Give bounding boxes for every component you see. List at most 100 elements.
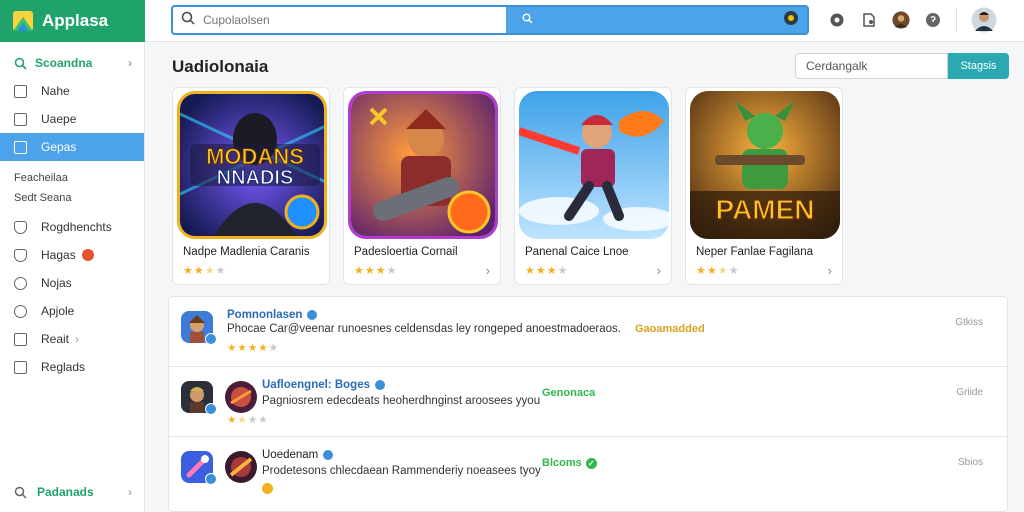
sidebar-footer-label: Padanads [37, 485, 94, 499]
featured-card[interactable]: Panenal Caice Lnoe ★★★★ › [514, 87, 672, 285]
game-title: Panenal Caice Lnoe [525, 246, 629, 258]
star-rating: ★★★★ [354, 265, 398, 277]
sidebar-section-title: Feacheilaa [0, 167, 144, 189]
app-name: Applasa [42, 11, 109, 30]
sidebar-header[interactable]: Scoandna › [0, 49, 144, 77]
game-title: Neper Fanlae Fagilana [696, 246, 813, 258]
verified-badge-icon [205, 403, 217, 415]
verified-badge-icon [205, 473, 217, 485]
sidebar-item-label: Nojas [41, 276, 72, 290]
check-icon: ✓ [585, 457, 597, 469]
help-icon[interactable] [924, 11, 942, 29]
list-title-text: Pomnonlasen [227, 309, 303, 321]
chevron-right-icon[interactable]: › [486, 263, 490, 278]
notification-badge [81, 249, 94, 261]
art-title-line-2: NNADIS [217, 167, 294, 189]
sidebar-footer[interactable]: Padanads › [0, 478, 144, 506]
game-icon [225, 381, 257, 413]
status-tag-text: Blcoms [542, 457, 582, 469]
list-icon [14, 84, 27, 98]
sidebar-section-sub: Sedt Seana [0, 189, 144, 207]
featured-card[interactable]: PAMEN Neper Fanlae Fagilana ★★★★ › [685, 87, 843, 285]
sidebar-item-rogdhenchts[interactable]: Rogdhenchts [0, 213, 144, 241]
sidebar-item-reglads[interactable]: Reglads [0, 353, 144, 381]
search-submit-icon[interactable] [522, 11, 533, 29]
list-item[interactable]: Uoedenam Prodetesons chlecdaean Rammende… [169, 437, 1007, 507]
art-title: PAMEN [715, 194, 814, 225]
verified-icon [373, 379, 386, 391]
record-icon[interactable] [828, 11, 846, 29]
featured-card[interactable]: Padesloertia Cornail ★★★★ › [343, 87, 501, 285]
status-tag: Blcoms ✓ [542, 457, 597, 469]
app-logo-icon [12, 10, 34, 32]
game-title: Nadpe Madlenia Caranis [183, 246, 310, 258]
user-avatar-small[interactable] [892, 11, 910, 29]
list-item-title: Uafloengnel: Boges [262, 379, 386, 391]
sidebar-item-home[interactable]: Nahe [0, 77, 144, 105]
search-submit-area[interactable] [506, 7, 807, 33]
search-icon [181, 11, 195, 30]
list-item-title: Pomnonlasen [227, 309, 319, 321]
sidebar-item-hagas[interactable]: Hagas [0, 241, 144, 269]
star-rating: ★★★★ [696, 265, 740, 277]
featured-cards: MODANS NNADIS Nadpe Madlenia Caranis ★★★… [172, 87, 843, 285]
sidebar-item-label: Uaepe [41, 112, 77, 126]
sidebar-item-label: Apjole [41, 304, 75, 318]
featured-card[interactable]: MODANS NNADIS Nadpe Madlenia Caranis ★★★… [172, 87, 330, 285]
list-item-meta: Griide [956, 387, 983, 398]
sidebar-item-apjole[interactable]: Apjole [0, 297, 144, 325]
list-icon [14, 332, 27, 346]
verified-icon [322, 449, 335, 461]
search-input[interactable] [203, 13, 483, 27]
chevron-right-icon[interactable]: › [657, 263, 661, 278]
sidebar-item-label: Gepas [41, 140, 77, 154]
sidebar-item-label: Reait [41, 332, 70, 346]
shield-icon [14, 220, 27, 234]
star-rating: ★★★★ [227, 414, 269, 426]
top-bar: Applasa [0, 0, 1024, 42]
game-icon [225, 451, 257, 483]
top-actions [828, 7, 997, 33]
search-bar[interactable] [171, 5, 809, 35]
sidebar-item-reait[interactable]: Reait › [0, 325, 144, 353]
search-icon [14, 57, 27, 70]
status-tag: Genonaca [542, 387, 596, 399]
brand[interactable]: Applasa [0, 0, 145, 42]
grid-icon [14, 112, 27, 126]
list-item-meta: Gtkiss [955, 317, 983, 328]
sidebar-item-label: Rogdhenchts [41, 220, 112, 234]
game-art: PAMEN [690, 91, 840, 239]
section-title-text: Feacheilaa [14, 172, 68, 184]
list-item-description: Prodetesons chlecdaean Rammenderiy noeas… [262, 465, 541, 477]
game-list: Pomnonlasen Phocae Car@veenar runoesnes … [168, 296, 1008, 512]
sidebar-item-games[interactable]: Gepas [0, 133, 144, 161]
chevron-right-icon: › [75, 332, 80, 346]
star-rating: ★★★★ [183, 265, 227, 277]
rating-badge [262, 483, 273, 497]
sidebar-item-nojas[interactable]: Nojas [0, 269, 144, 297]
search-options-icon[interactable] [783, 10, 799, 31]
star-rating: ★★★★ [525, 265, 569, 277]
verified-icon [306, 309, 319, 321]
list-item[interactable]: Pomnonlasen Phocae Car@veenar runoesnes … [169, 297, 1007, 367]
document-icon[interactable] [860, 11, 878, 29]
shield-icon [14, 248, 27, 262]
game-art [348, 91, 498, 239]
list-item-description: Pagniosrem edecdeats heoherdhnginst aroo… [262, 395, 541, 407]
filter-input[interactable]: Cerdangalk [795, 53, 948, 79]
sidebar-item-updates[interactable]: Uaepe [0, 105, 144, 133]
shield-icon [14, 276, 27, 290]
game-art [519, 91, 669, 239]
page-title: Uadiolonaia [172, 57, 269, 76]
profile-avatar[interactable] [971, 7, 997, 33]
location-icon [14, 304, 27, 318]
list-item-description: Phocae Car@veenar runoesnes celdensdas l… [227, 323, 621, 335]
list-item[interactable]: Uafloengnel: Boges Pagniosrem edecdeats … [169, 367, 1007, 437]
chevron-right-icon[interactable]: › [828, 263, 832, 278]
list-item-title: Uoedenam [262, 449, 335, 461]
star-rating: ★★★★★ [227, 342, 280, 354]
filter-button[interactable]: Stagsis [948, 53, 1009, 79]
game-art: MODANS NNADIS [177, 91, 327, 239]
verified-badge-icon [205, 333, 217, 345]
list-title-text: Uoedenam [262, 449, 319, 461]
